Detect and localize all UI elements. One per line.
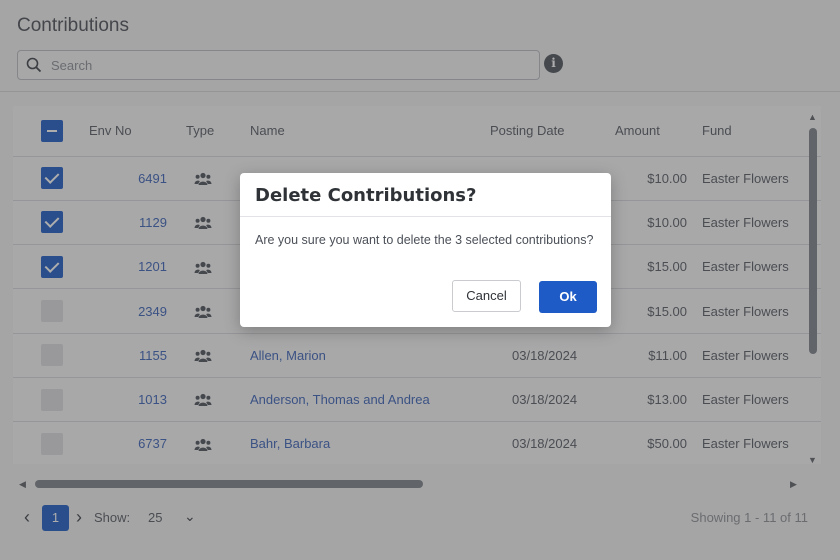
cancel-button[interactable]: Cancel [452,280,521,312]
delete-dialog: Delete Contributions? Are you sure you w… [240,173,611,327]
dialog-title: Delete Contributions? [255,185,477,206]
dialog-divider [240,216,611,217]
ok-button[interactable]: Ok [539,281,597,313]
dialog-message: Are you sure you want to delete the 3 se… [255,233,594,247]
